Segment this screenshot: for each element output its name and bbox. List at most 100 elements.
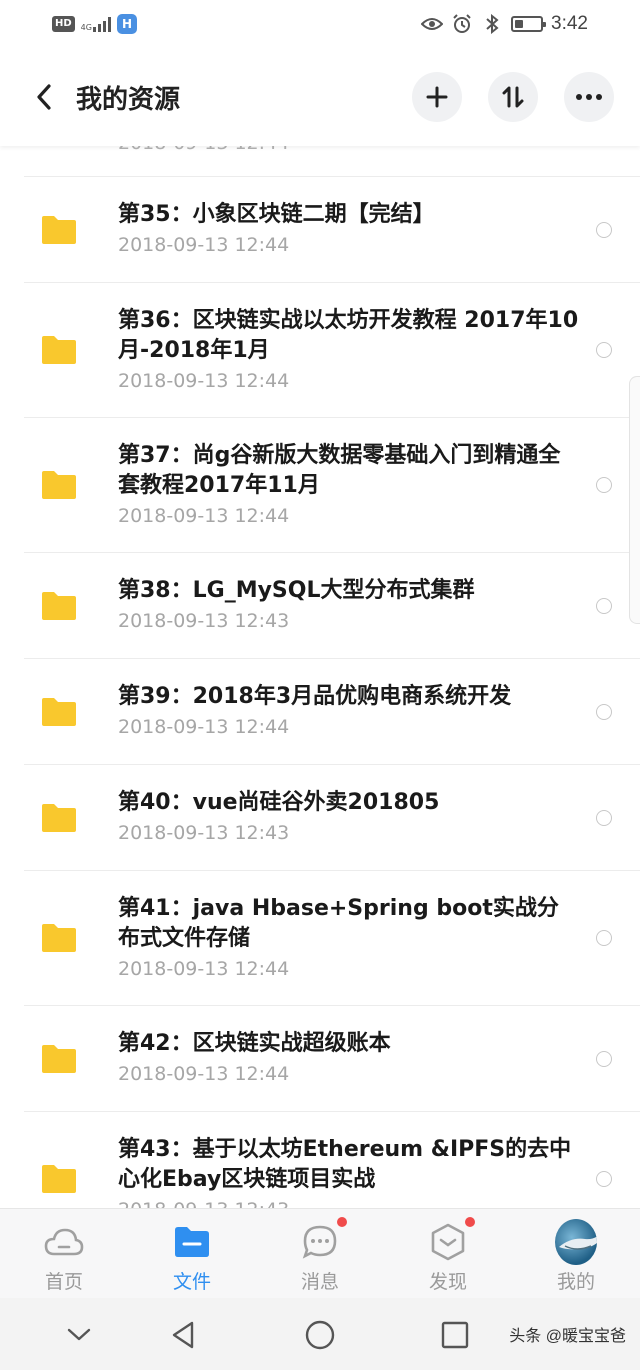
unread-dot xyxy=(337,1217,347,1227)
chat-icon xyxy=(302,1225,337,1259)
system-nav-bar: 头条 @暖宝宝爸 xyxy=(0,1298,640,1370)
item-text: 第43：基于以太坊Ethereum &IPFS的去中心化Ebay区块链项目实战 … xyxy=(118,1135,580,1209)
list-item[interactable]: 第43：基于以太坊Ethereum &IPFS的去中心化Ebay区块链项目实战 … xyxy=(24,1112,640,1208)
plus-icon xyxy=(426,86,448,108)
list-item[interactable]: 第38：LG_MySQL大型分布式集群 2018-09-13 12:43 xyxy=(24,553,640,659)
folder-icon xyxy=(175,1227,209,1257)
tab-label: 消息 xyxy=(300,1271,339,1293)
network-label: 4G xyxy=(80,23,92,32)
clock: 3:42 xyxy=(551,13,588,34)
recents-nav-button[interactable] xyxy=(438,1318,472,1352)
chevron-down-icon xyxy=(67,1328,91,1341)
select-radio[interactable] xyxy=(596,221,612,238)
list-item[interactable]: 第35：小象区块链二期【完结】 2018-09-13 12:44 xyxy=(24,177,640,283)
sort-button[interactable] xyxy=(488,72,538,122)
home-nav-button[interactable] xyxy=(303,1318,337,1352)
scrollbar[interactable] xyxy=(629,376,640,624)
tab-label: 文件 xyxy=(172,1271,211,1293)
file-list[interactable]: 2018-09-13 12:44 第35：小象区块链二期【完结】 2018-09… xyxy=(0,146,640,1208)
item-title: 第36：区块链实战以太坊开发教程 2017年10月-2018年1月 xyxy=(118,307,579,363)
list-item[interactable]: 第37：尚g谷新版大数据零基础入门到精通全套教程2017年11月 2018-09… xyxy=(24,418,640,553)
select-radio[interactable] xyxy=(596,930,612,946)
item-text: 第37：尚g谷新版大数据零基础入门到精通全套教程2017年11月 2018-09… xyxy=(118,441,580,530)
eye-icon xyxy=(421,13,444,35)
tab-discover[interactable]: 发现 xyxy=(384,1209,512,1298)
item-title: 第42：区块链实战超级账本 xyxy=(118,1031,391,1056)
signal-icon xyxy=(92,16,111,32)
back-button[interactable] xyxy=(24,77,64,117)
app-root: HD 4G H 3:42 我的资源 第35：小象区块链二期【完结】 2018-0… xyxy=(0,0,640,1370)
item-title: 第39：2018年3月品优购电商系统开发 xyxy=(118,684,512,709)
item-date: 2018-09-13 12:44 xyxy=(118,1063,290,1085)
item-date: 2018-09-13 12:44 xyxy=(118,716,290,738)
tab-home[interactable]: 首页 xyxy=(0,1209,128,1298)
item-date: 2018-09-13 12:44 xyxy=(118,234,290,256)
tab-files[interactable]: 文件 xyxy=(128,1209,256,1298)
select-radio[interactable] xyxy=(596,1171,612,1187)
tab-home-icon-wrap xyxy=(43,1221,85,1263)
back-nav-button[interactable] xyxy=(166,1318,200,1352)
list-item[interactable]: 第36：区块链实战以太坊开发教程 2017年10月-2018年1月 2018-0… xyxy=(24,283,640,418)
discover-icon xyxy=(431,1223,465,1261)
partial-item-date: 2018-09-13 12:44 xyxy=(118,146,289,154)
item-date: 2018-09-13 12:44 xyxy=(118,504,290,527)
more-button[interactable] xyxy=(564,72,614,122)
item-date: 2018-09-13 12:43 xyxy=(118,610,290,632)
folder-icon xyxy=(42,471,76,499)
battery-icon xyxy=(511,16,547,32)
chevron-left-icon xyxy=(37,84,51,110)
tab-bar: 首页 文件 消息 发现 我的 xyxy=(0,1208,640,1298)
select-radio[interactable] xyxy=(596,1050,612,1067)
tab-messages[interactable]: 消息 xyxy=(256,1209,384,1298)
folder-icon xyxy=(42,1044,76,1073)
status-bar-right: 3:42 xyxy=(421,13,588,35)
tab-label: 首页 xyxy=(44,1271,83,1293)
tab-me[interactable]: 我的 xyxy=(512,1209,640,1298)
more-icon xyxy=(576,94,602,100)
list-item[interactable]: 第40：vue尚硅谷外卖201805 2018-09-13 12:43 xyxy=(24,765,640,871)
app-notification-icon: H xyxy=(116,14,137,34)
square-recents-icon xyxy=(441,1321,469,1349)
status-bar-left: HD 4G H xyxy=(52,14,137,34)
select-radio[interactable] xyxy=(596,342,612,358)
item-title: 第40：vue尚硅谷外卖201805 xyxy=(118,790,440,815)
list-item[interactable]: 第41：java Hbase+Spring boot实战分布式文件存储 2018… xyxy=(24,871,640,1006)
list-item[interactable]: 第42：区块链实战超级账本 2018-09-13 12:44 xyxy=(24,1006,640,1112)
avatar xyxy=(555,1219,597,1265)
item-title: 第35：小象区块链二期【完结】 xyxy=(118,202,435,227)
tab-discover-icon-wrap xyxy=(427,1217,475,1263)
item-text: 第40：vue尚硅谷外卖201805 2018-09-13 12:43 xyxy=(118,788,580,847)
item-date: 2018-09-13 12:44 xyxy=(118,369,290,392)
item-title: 第43：基于以太坊Ethereum &IPFS的去中心化Ebay区块链项目实战 xyxy=(118,1136,572,1192)
status-bar: HD 4G H 3:42 xyxy=(0,0,640,48)
item-text: 第36：区块链实战以太坊开发教程 2017年10月-2018年1月 2018-0… xyxy=(118,306,580,395)
list-item[interactable]: 第39：2018年3月品优购电商系统开发 2018-09-13 12:44 xyxy=(24,659,640,765)
item-title: 第41：java Hbase+Spring boot实战分布式文件存储 xyxy=(118,895,559,951)
hide-nav-button[interactable] xyxy=(62,1318,96,1352)
tab-me-icon-wrap xyxy=(555,1219,597,1265)
item-text: 第39：2018年3月品优购电商系统开发 2018-09-13 12:44 xyxy=(118,682,580,741)
watermark: 头条 @暖宝宝爸 xyxy=(509,1328,626,1345)
add-button[interactable] xyxy=(412,72,462,122)
item-text: 第42：区块链实战超级账本 2018-09-13 12:44 xyxy=(118,1029,580,1088)
select-radio[interactable] xyxy=(596,477,612,493)
select-radio[interactable] xyxy=(596,809,612,826)
folder-icon xyxy=(42,924,76,952)
tab-messages-icon-wrap xyxy=(299,1217,347,1263)
triangle-back-icon xyxy=(172,1321,194,1349)
partial-list-item[interactable]: 2018-09-13 12:44 xyxy=(24,146,640,177)
select-radio[interactable] xyxy=(596,703,612,720)
item-date: 2018-09-13 12:43 xyxy=(118,822,290,844)
tab-files-icon-wrap xyxy=(171,1221,213,1263)
item-title: 第38：LG_MySQL大型分布式集群 xyxy=(118,578,475,603)
item-text: 第41：java Hbase+Spring boot实战分布式文件存储 2018… xyxy=(118,894,580,983)
folder-icon xyxy=(42,591,76,620)
item-title: 第37：尚g谷新版大数据零基础入门到精通全套教程2017年11月 xyxy=(118,442,561,498)
cloud-icon xyxy=(44,1228,84,1256)
unread-dot xyxy=(465,1217,475,1227)
select-radio[interactable] xyxy=(596,597,612,614)
folder-icon xyxy=(42,215,76,244)
bluetooth-icon xyxy=(481,13,503,35)
alarm-icon xyxy=(451,13,473,35)
signal-group: 4G xyxy=(81,16,111,32)
